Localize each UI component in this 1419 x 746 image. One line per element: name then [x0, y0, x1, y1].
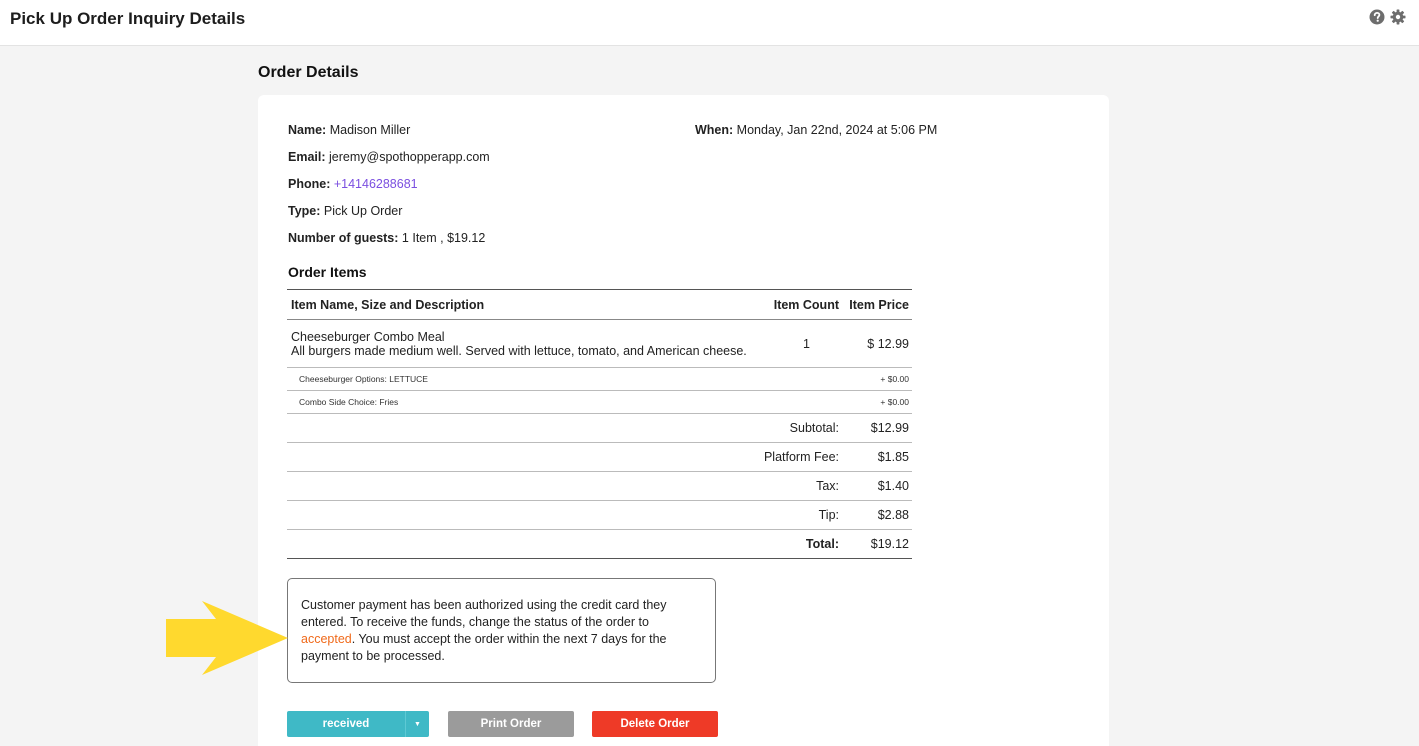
summary-label: Tip:: [759, 500, 842, 530]
customer-email: jeremy@spothopperapp.com: [329, 150, 490, 164]
guests-line: Number of guests: 1 Item , $19.12: [288, 231, 485, 245]
arrow-pointer-icon: [166, 601, 288, 675]
table-row: Cheeseburger Combo Meal All burgers made…: [287, 319, 912, 368]
notice-text-end: . You must accept the order within the n…: [301, 632, 667, 663]
summary-value: $2.88: [842, 500, 912, 530]
total-label: Total:: [759, 529, 842, 559]
order-details-card: Name: Madison Miller When: Monday, Jan 2…: [258, 95, 1109, 746]
order-items-heading: Order Items: [288, 264, 367, 280]
chevron-down-icon[interactable]: ▼: [405, 711, 429, 737]
summary-value: $1.40: [842, 471, 912, 501]
gear-icon[interactable]: [1390, 9, 1406, 25]
email-label: Email:: [288, 150, 326, 164]
summary-label: Platform Fee:: [759, 442, 842, 472]
customer-name: Madison Miller: [329, 123, 411, 137]
print-order-button[interactable]: Print Order: [448, 711, 574, 737]
column-header-price: Item Price: [842, 289, 912, 320]
column-header-item: Item Name, Size and Description: [287, 289, 760, 320]
option-label: Cheeseburger Options: LETTUCE: [287, 367, 760, 391]
notice-text: Customer payment has been authorized usi…: [301, 598, 667, 629]
phone-link[interactable]: +14146288681: [334, 177, 418, 191]
status-value: received: [322, 718, 370, 730]
phone-line: Phone: +14146288681: [288, 177, 418, 191]
column-header-count: Item Count: [759, 289, 842, 320]
tax-row: Tax: $1.40: [287, 471, 912, 501]
summary-label: Tax:: [759, 471, 842, 501]
summary-value: $12.99: [842, 413, 912, 443]
item-price: $ 12.99: [842, 319, 912, 368]
when-line: When: Monday, Jan 22nd, 2024 at 5:06 PM: [695, 123, 937, 137]
subtotal-row: Subtotal: $12.99: [287, 413, 912, 443]
item-cell: Cheeseburger Combo Meal All burgers made…: [287, 319, 760, 368]
when-label: When:: [695, 123, 734, 137]
item-description: All burgers made medium well. Served wit…: [291, 343, 747, 358]
summary-value: $1.85: [842, 442, 912, 472]
table-row: Combo Side Choice: Fries + $0.00: [287, 390, 912, 414]
item-count: 1: [759, 319, 842, 368]
help-circle-icon[interactable]: [1369, 9, 1385, 25]
total-value: $19.12: [842, 529, 912, 559]
delete-order-button[interactable]: Delete Order: [592, 711, 718, 737]
order-items-table: Item Name, Size and Description Item Cou…: [287, 289, 912, 559]
email-line: Email: jeremy@spothopperapp.com: [288, 150, 490, 164]
tip-row: Tip: $2.88: [287, 500, 912, 530]
guests-label: Number of guests:: [288, 231, 399, 245]
option-price: + $0.00: [842, 390, 912, 414]
order-date: Monday, Jan 22nd, 2024 at 5:06 PM: [736, 123, 938, 137]
item-name: Cheeseburger Combo Meal: [291, 329, 445, 344]
phone-label: Phone:: [288, 177, 331, 191]
summary-label: Subtotal:: [759, 413, 842, 443]
table-header-row: Item Name, Size and Description Item Cou…: [287, 289, 912, 320]
type-label: Type:: [288, 204, 321, 218]
page-title: Pick Up Order Inquiry Details: [10, 9, 246, 28]
order-type: Pick Up Order: [323, 204, 403, 218]
top-bar: Pick Up Order Inquiry Details: [0, 0, 1419, 46]
option-label: Combo Side Choice: Fries: [287, 390, 760, 414]
name-line: Name: Madison Miller: [288, 123, 410, 137]
type-line: Type: Pick Up Order: [288, 204, 402, 218]
option-price: + $0.00: [842, 367, 912, 391]
accepted-highlight: accepted: [301, 632, 352, 646]
status-select[interactable]: received ▼: [287, 711, 429, 737]
platform-fee-row: Platform Fee: $1.85: [287, 442, 912, 472]
guests-value: 1 Item , $19.12: [401, 231, 486, 245]
top-icons: [1369, 9, 1406, 25]
table-row: Cheeseburger Options: LETTUCE + $0.00: [287, 367, 912, 391]
payment-notice: Customer payment has been authorized usi…: [287, 578, 716, 683]
section-title: Order Details: [258, 64, 359, 81]
name-label: Name:: [288, 123, 327, 137]
total-row: Total: $19.12: [287, 529, 912, 559]
